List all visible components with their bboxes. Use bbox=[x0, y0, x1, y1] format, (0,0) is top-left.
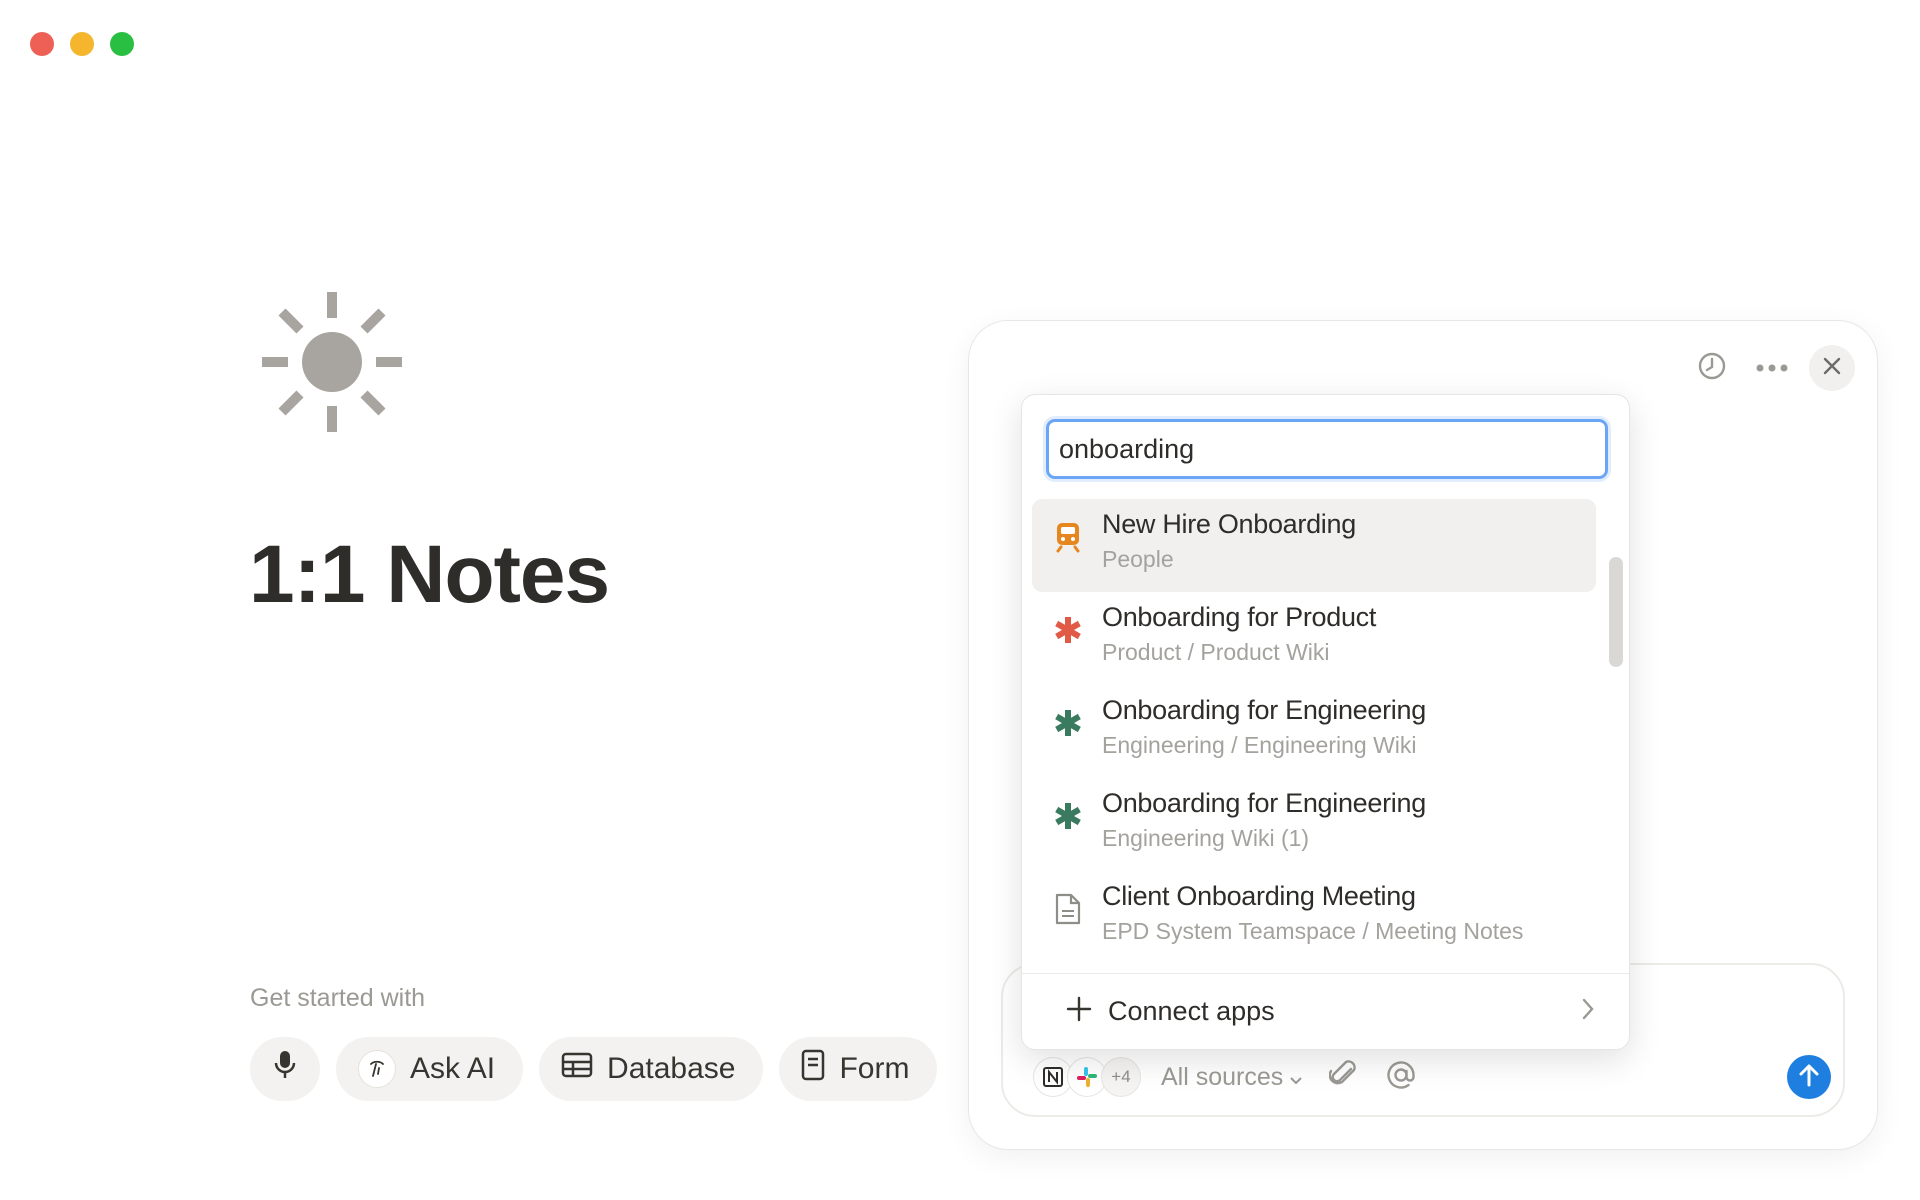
connect-apps-row[interactable]: Connect apps bbox=[1022, 973, 1629, 1049]
train-icon bbox=[1052, 521, 1084, 553]
asterisk-icon bbox=[1052, 614, 1084, 646]
chevron-down-icon bbox=[1289, 1063, 1303, 1092]
mention-results-list: New Hire Onboarding People Onboarding fo… bbox=[1032, 499, 1596, 964]
more-icon bbox=[1756, 359, 1788, 377]
result-path: Product / Product Wiki bbox=[1102, 639, 1330, 665]
voice-button[interactable] bbox=[250, 1037, 320, 1101]
at-sign-icon bbox=[1385, 1059, 1417, 1096]
ai-face-icon bbox=[358, 1050, 396, 1088]
result-title: New Hire Onboarding bbox=[1102, 509, 1356, 539]
arrow-up-icon bbox=[1798, 1063, 1820, 1092]
page-title[interactable]: 1:1 Notes bbox=[249, 528, 610, 622]
close-panel-button[interactable] bbox=[1809, 345, 1855, 391]
result-title: Client Onboarding Meeting bbox=[1102, 881, 1416, 911]
mention-search-field[interactable] bbox=[1046, 419, 1608, 479]
chevron-right-icon bbox=[1581, 997, 1595, 1026]
history-button[interactable] bbox=[1689, 345, 1735, 391]
starter-actions: Ask AI Database Form bbox=[250, 1037, 938, 1101]
plus-icon bbox=[1066, 996, 1092, 1027]
result-path: EPD System Teamspace / Meeting Notes bbox=[1102, 918, 1524, 944]
history-icon bbox=[1697, 351, 1727, 386]
result-path: Engineering / Engineering Wiki bbox=[1102, 732, 1417, 758]
paperclip-icon bbox=[1328, 1059, 1359, 1096]
result-title: Onboarding for Product bbox=[1102, 602, 1377, 632]
asterisk-icon bbox=[1052, 800, 1084, 832]
close-window-button[interactable] bbox=[30, 32, 54, 56]
close-icon bbox=[1823, 357, 1841, 380]
minimize-window-button[interactable] bbox=[70, 32, 94, 56]
microphone-icon bbox=[273, 1049, 297, 1089]
result-path: People bbox=[1102, 546, 1174, 572]
form-button[interactable]: Form bbox=[779, 1037, 938, 1101]
database-button[interactable]: Database bbox=[539, 1037, 764, 1101]
get-started-label: Get started with bbox=[250, 984, 426, 1012]
database-label: Database bbox=[607, 1052, 736, 1085]
result-title: Onboarding for Engineering bbox=[1102, 695, 1426, 725]
more-options-button[interactable] bbox=[1749, 345, 1795, 391]
panel-toolbar bbox=[1689, 345, 1855, 391]
ask-ai-button[interactable]: Ask AI bbox=[336, 1037, 524, 1101]
window-controls bbox=[30, 32, 134, 56]
attach-button[interactable] bbox=[1328, 1059, 1359, 1096]
mention-button[interactable] bbox=[1385, 1059, 1417, 1096]
result-item[interactable]: Onboarding for Engineering Engineering W… bbox=[1032, 778, 1596, 871]
all-sources-dropdown[interactable]: All sources bbox=[1161, 1063, 1303, 1092]
results-scrollbar[interactable] bbox=[1609, 557, 1623, 667]
composer-toolbar: +4 All sources bbox=[1033, 1057, 1417, 1097]
result-item[interactable]: Onboarding for Product Product / Product… bbox=[1032, 592, 1596, 685]
ask-ai-label: Ask AI bbox=[410, 1052, 496, 1085]
source-icons[interactable]: +4 bbox=[1033, 1057, 1141, 1097]
send-button[interactable] bbox=[1787, 1055, 1831, 1099]
all-sources-label: All sources bbox=[1161, 1062, 1284, 1091]
form-label: Form bbox=[839, 1052, 910, 1085]
result-item[interactable]: New Hire Onboarding People bbox=[1032, 499, 1596, 592]
document-icon bbox=[1052, 893, 1084, 925]
connect-apps-label: Connect apps bbox=[1108, 996, 1275, 1026]
result-item[interactable]: Onboarding for Engineering Engineering /… bbox=[1032, 685, 1596, 778]
asterisk-icon bbox=[1052, 707, 1084, 739]
zoom-window-button[interactable] bbox=[110, 32, 134, 56]
mention-search-input[interactable] bbox=[1049, 422, 1605, 476]
table-icon bbox=[561, 1052, 593, 1086]
result-item[interactable]: Client Onboarding Meeting EPD System Tea… bbox=[1032, 871, 1596, 964]
mention-search-dropdown: New Hire Onboarding People Onboarding fo… bbox=[1021, 394, 1630, 1050]
sun-icon[interactable] bbox=[262, 292, 402, 432]
result-title: Onboarding for Engineering bbox=[1102, 788, 1426, 818]
more-sources-badge: +4 bbox=[1101, 1057, 1141, 1097]
result-path: Engineering Wiki (1) bbox=[1102, 825, 1310, 851]
form-icon bbox=[801, 1049, 825, 1089]
